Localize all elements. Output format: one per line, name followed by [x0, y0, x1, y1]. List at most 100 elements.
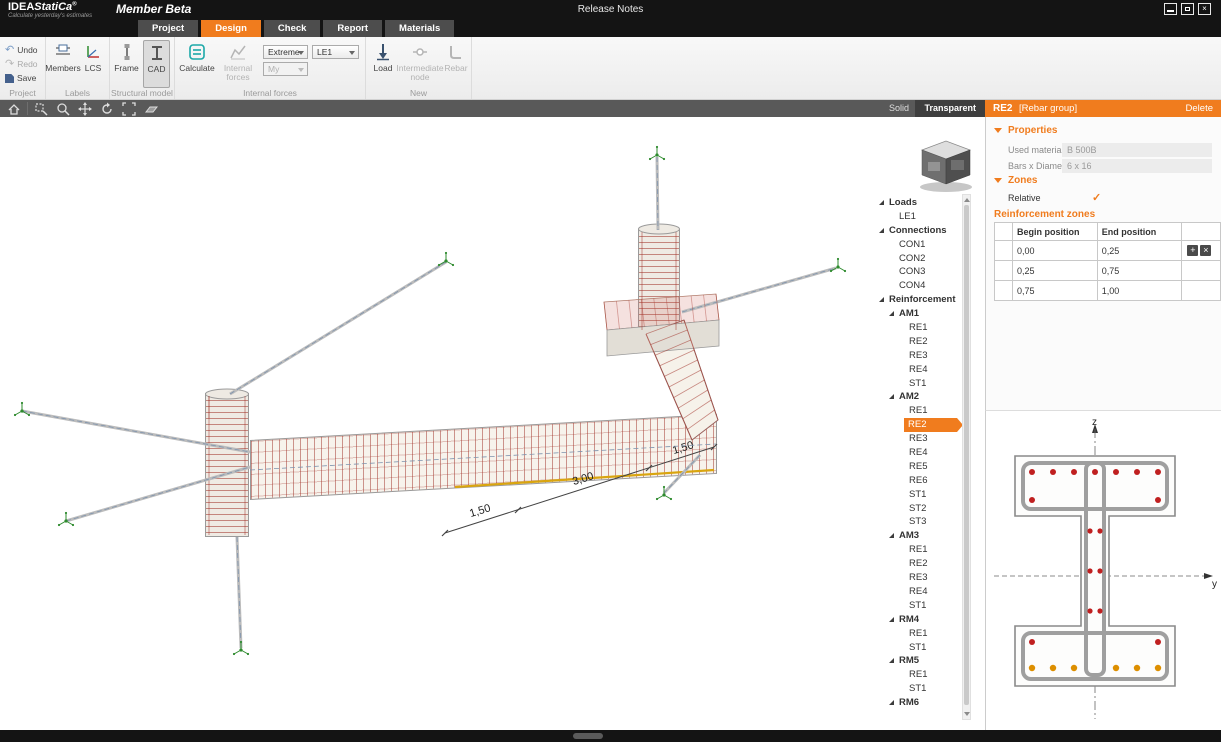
scrollbar-thumb[interactable]	[964, 205, 969, 705]
redo-button[interactable]: ↷Redo	[5, 58, 38, 71]
pan-button[interactable]	[75, 101, 95, 116]
scroll-up-icon[interactable]	[964, 198, 970, 202]
zone-end-cell[interactable]: 1,00	[1097, 281, 1182, 301]
members-button[interactable]: Members	[48, 40, 78, 88]
tree-item-st2[interactable]: ST2	[875, 502, 963, 516]
delete-button[interactable]: Delete	[1186, 100, 1213, 117]
save-button[interactable]: Save	[5, 72, 36, 85]
tab-materials[interactable]: Materials	[385, 20, 454, 37]
tab-design[interactable]: Design	[201, 20, 261, 37]
tree-item-re3[interactable]: RE3	[875, 432, 963, 446]
tree-item-re1[interactable]: RE1	[875, 543, 963, 557]
navigation-cube[interactable]	[920, 141, 972, 192]
tree-scrollbar[interactable]	[962, 194, 971, 720]
tree-item-st1[interactable]: ST1	[875, 488, 963, 502]
tree-item-st1[interactable]: ST1	[875, 599, 963, 613]
load-button[interactable]: Load	[369, 40, 397, 88]
tree-item-loads[interactable]: Loads	[875, 196, 963, 210]
beam-member[interactable]	[250, 414, 717, 500]
load-case-dropdown[interactable]: LE1	[312, 45, 359, 59]
lcs-button[interactable]: LCS	[79, 40, 107, 88]
properties-section-header[interactable]: Properties	[994, 125, 1057, 136]
tree-item-re5[interactable]: RE5	[875, 460, 963, 474]
cad-button[interactable]: CAD	[143, 40, 170, 88]
my-dropdown[interactable]: My	[263, 62, 308, 76]
tree-item-re1[interactable]: RE1	[875, 404, 963, 418]
tree-item-re1[interactable]: RE1	[875, 668, 963, 682]
zone-row-selector[interactable]	[995, 241, 1013, 261]
relative-checkbox[interactable]: ✓	[1092, 191, 1101, 205]
tree-item-st1[interactable]: ST1	[875, 641, 963, 655]
internal-forces-button[interactable]: Internal forces	[219, 40, 257, 88]
cross-section-outline[interactable]	[1015, 456, 1175, 686]
close-button[interactable]: ×	[1198, 3, 1211, 15]
column-member-left[interactable]	[205, 393, 249, 537]
scroll-down-icon[interactable]	[964, 712, 970, 716]
undo-button[interactable]: ↶Undo	[5, 44, 38, 57]
used-materials-field[interactable]: B 500B	[1062, 143, 1212, 157]
tree-item-con4[interactable]: CON4	[875, 279, 963, 293]
solid-mode-button[interactable]: Solid	[880, 100, 918, 117]
tree-item-am2[interactable]: AM2	[875, 390, 963, 404]
tab-project[interactable]: Project	[138, 20, 198, 37]
statusbar-handle[interactable]	[573, 733, 603, 739]
expander-icon[interactable]	[889, 311, 894, 316]
zone-end-cell[interactable]: 0,75	[1097, 261, 1182, 281]
expander-icon[interactable]	[889, 658, 894, 663]
model-viewport[interactable]: 1,50 3,00 1,50 LoadsLE1ConnectionsCON1CO…	[0, 117, 985, 730]
expander-icon[interactable]	[889, 617, 894, 622]
zone-row-selector[interactable]	[995, 281, 1013, 301]
minimize-button[interactable]	[1164, 3, 1177, 15]
transparent-mode-button[interactable]: Transparent	[915, 100, 985, 117]
expander-icon[interactable]	[879, 297, 884, 302]
tree-item-st3[interactable]: ST3	[875, 515, 963, 529]
tree-item-connections[interactable]: Connections	[875, 224, 963, 238]
tree-item-rm4[interactable]: RM4	[875, 613, 963, 627]
expander-icon[interactable]	[889, 394, 894, 399]
tree-item-re6[interactable]: RE6	[875, 474, 963, 488]
bars-diameter-field[interactable]: 6 x 16	[1062, 159, 1212, 173]
maximize-button[interactable]	[1181, 3, 1194, 15]
expander-icon[interactable]	[889, 533, 894, 538]
zone-row-selector[interactable]	[995, 261, 1013, 281]
tree-item-rm5[interactable]: RM5	[875, 654, 963, 668]
tab-report[interactable]: Report	[323, 20, 382, 37]
intermediate-node-button[interactable]: Intermediate node	[399, 40, 441, 88]
tree-item-reinforcement[interactable]: Reinforcement	[875, 293, 963, 307]
tree-item-rm6[interactable]: RM6	[875, 696, 963, 710]
tree-item-st1[interactable]: ST1	[875, 377, 963, 391]
home-view-button[interactable]	[4, 101, 24, 116]
zoom-window-button[interactable]	[31, 101, 51, 116]
frame-button[interactable]: Frame	[113, 40, 140, 88]
tree-item-am3[interactable]: AM3	[875, 529, 963, 543]
tree-item-re2[interactable]: RE2	[875, 418, 963, 432]
tree-item-re3[interactable]: RE3	[875, 349, 963, 363]
tree-item-st1[interactable]: ST1	[875, 682, 963, 696]
clipping-plane-button[interactable]	[141, 101, 161, 116]
zoom-button[interactable]	[53, 101, 73, 116]
extreme-dropdown[interactable]: Extreme	[263, 45, 308, 59]
tree-item-re2[interactable]: RE2	[875, 557, 963, 571]
tree-item-con2[interactable]: CON2	[875, 252, 963, 266]
rebar-button[interactable]: Rebar	[443, 40, 469, 88]
expander-icon[interactable]	[889, 700, 894, 705]
add-zone-button[interactable]: +	[1187, 245, 1198, 256]
rotate-button[interactable]	[97, 101, 117, 116]
tree-item-re2[interactable]: RE2	[875, 335, 963, 349]
tree-item-con3[interactable]: CON3	[875, 265, 963, 279]
zoom-fit-button[interactable]	[119, 101, 139, 116]
tree-item-re1[interactable]: RE1	[875, 321, 963, 335]
tree-item-re1[interactable]: RE1	[875, 627, 963, 641]
tree-item-con1[interactable]: CON1	[875, 238, 963, 252]
expander-icon[interactable]	[879, 228, 884, 233]
tree-item-re3[interactable]: RE3	[875, 571, 963, 585]
zone-end-cell[interactable]: 0,25	[1097, 241, 1182, 261]
tree-item-re4[interactable]: RE4	[875, 446, 963, 460]
expander-icon[interactable]	[879, 200, 884, 205]
tree-item-re4[interactable]: RE4	[875, 363, 963, 377]
column-member-right[interactable]	[638, 229, 680, 332]
zones-section-header[interactable]: Zones	[994, 175, 1037, 186]
zone-begin-cell[interactable]: 0,75	[1013, 281, 1098, 301]
zone-begin-cell[interactable]: 0,25	[1013, 261, 1098, 281]
zone-begin-cell[interactable]: 0,00	[1013, 241, 1098, 261]
